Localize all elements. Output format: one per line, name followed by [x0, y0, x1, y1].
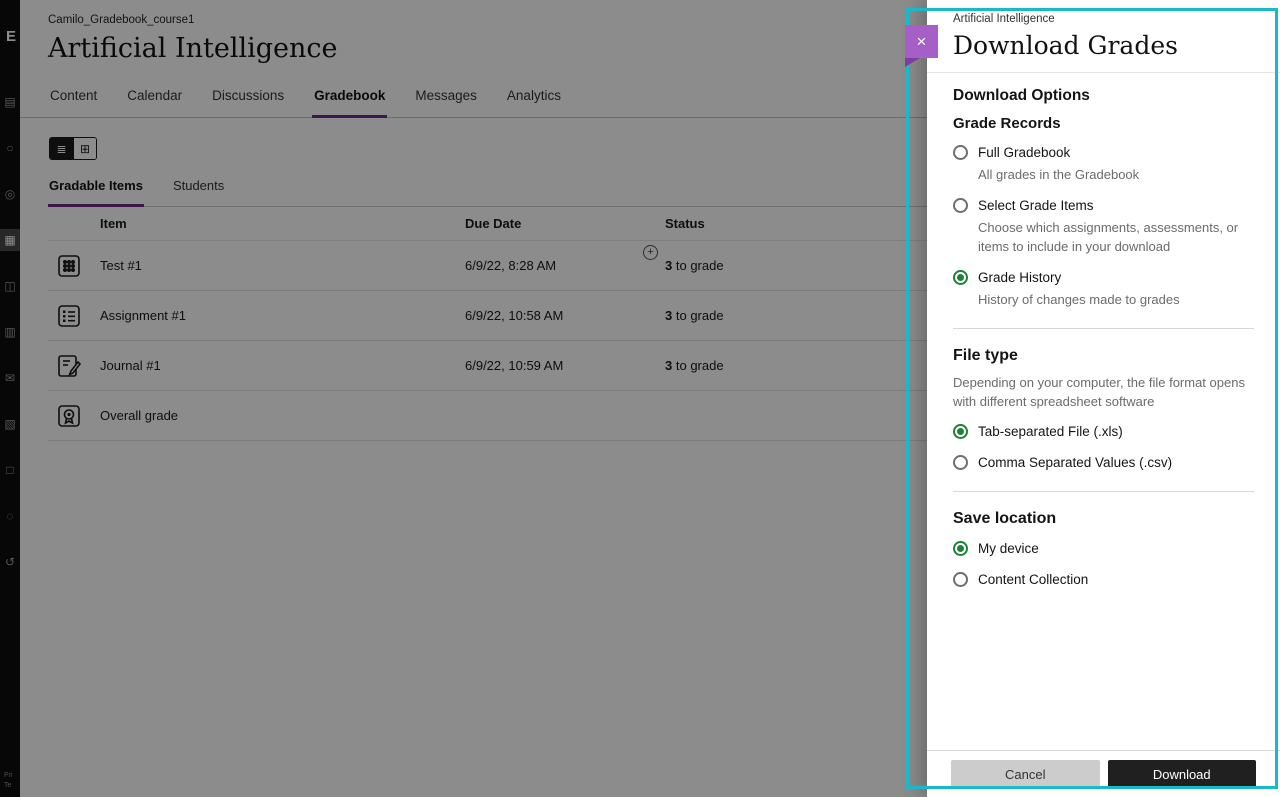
option-description: Choose which assignments, assessments, o… — [978, 218, 1254, 256]
radio-option-my-device[interactable]: My device — [953, 540, 1254, 558]
radio-button[interactable] — [953, 270, 968, 285]
option-label: Grade History — [978, 269, 1180, 287]
download-button[interactable]: Download — [1108, 760, 1257, 789]
close-panel-button[interactable]: × — [905, 25, 938, 58]
file-type-heading: File type — [953, 347, 1254, 365]
radio-button[interactable] — [953, 572, 968, 587]
radio-option-content-collection[interactable]: Content Collection — [953, 571, 1254, 589]
cancel-button[interactable]: Cancel — [951, 760, 1100, 789]
download-options-heading: Download Options — [953, 87, 1254, 105]
option-label: Content Collection — [978, 571, 1088, 589]
radio-option-select-grade-items[interactable]: Select Grade Items Choose which assignme… — [953, 197, 1254, 256]
panel-body: Download Options Grade Records Full Grad… — [927, 73, 1280, 750]
radio-button[interactable] — [953, 455, 968, 470]
radio-button[interactable] — [953, 198, 968, 213]
radio-option-tab-separated[interactable]: Tab-separated File (.xls) — [953, 423, 1254, 441]
section-divider — [953, 491, 1254, 492]
app-window: E ▤ ○ ◎ ▦ ◫ ▥ ✉ ▧ □ ◌ ↺ Pri Te Camilo_Gr… — [0, 0, 1280, 797]
save-location-heading: Save location — [953, 510, 1254, 528]
radio-button[interactable] — [953, 424, 968, 439]
panel-footer: Cancel Download — [927, 750, 1280, 797]
grade-records-heading: Grade Records — [953, 115, 1254, 132]
panel-header: Artificial Intelligence Download Grades — [927, 0, 1280, 73]
option-description: History of changes made to grades — [978, 290, 1180, 309]
option-label: Select Grade Items — [978, 197, 1254, 215]
panel-title: Download Grades — [953, 31, 1254, 60]
file-type-description: Depending on your computer, the file for… — [953, 373, 1254, 411]
option-description: All grades in the Gradebook — [978, 165, 1139, 184]
download-grades-panel: Artificial Intelligence Download Grades … — [927, 0, 1280, 797]
radio-option-grade-history[interactable]: Grade History History of changes made to… — [953, 269, 1254, 309]
section-divider — [953, 328, 1254, 329]
radio-button[interactable] — [953, 541, 968, 556]
option-label: Comma Separated Values (.csv) — [978, 454, 1172, 472]
radio-button[interactable] — [953, 145, 968, 160]
panel-course-context: Artificial Intelligence — [953, 13, 1254, 25]
option-label: Full Gradebook — [978, 144, 1139, 162]
option-label: My device — [978, 540, 1039, 558]
radio-option-full-gradebook[interactable]: Full Gradebook All grades in the Gradebo… — [953, 144, 1254, 184]
radio-option-comma-separated[interactable]: Comma Separated Values (.csv) — [953, 454, 1254, 472]
option-label: Tab-separated File (.xls) — [978, 423, 1123, 441]
close-icon: × — [917, 32, 927, 51]
